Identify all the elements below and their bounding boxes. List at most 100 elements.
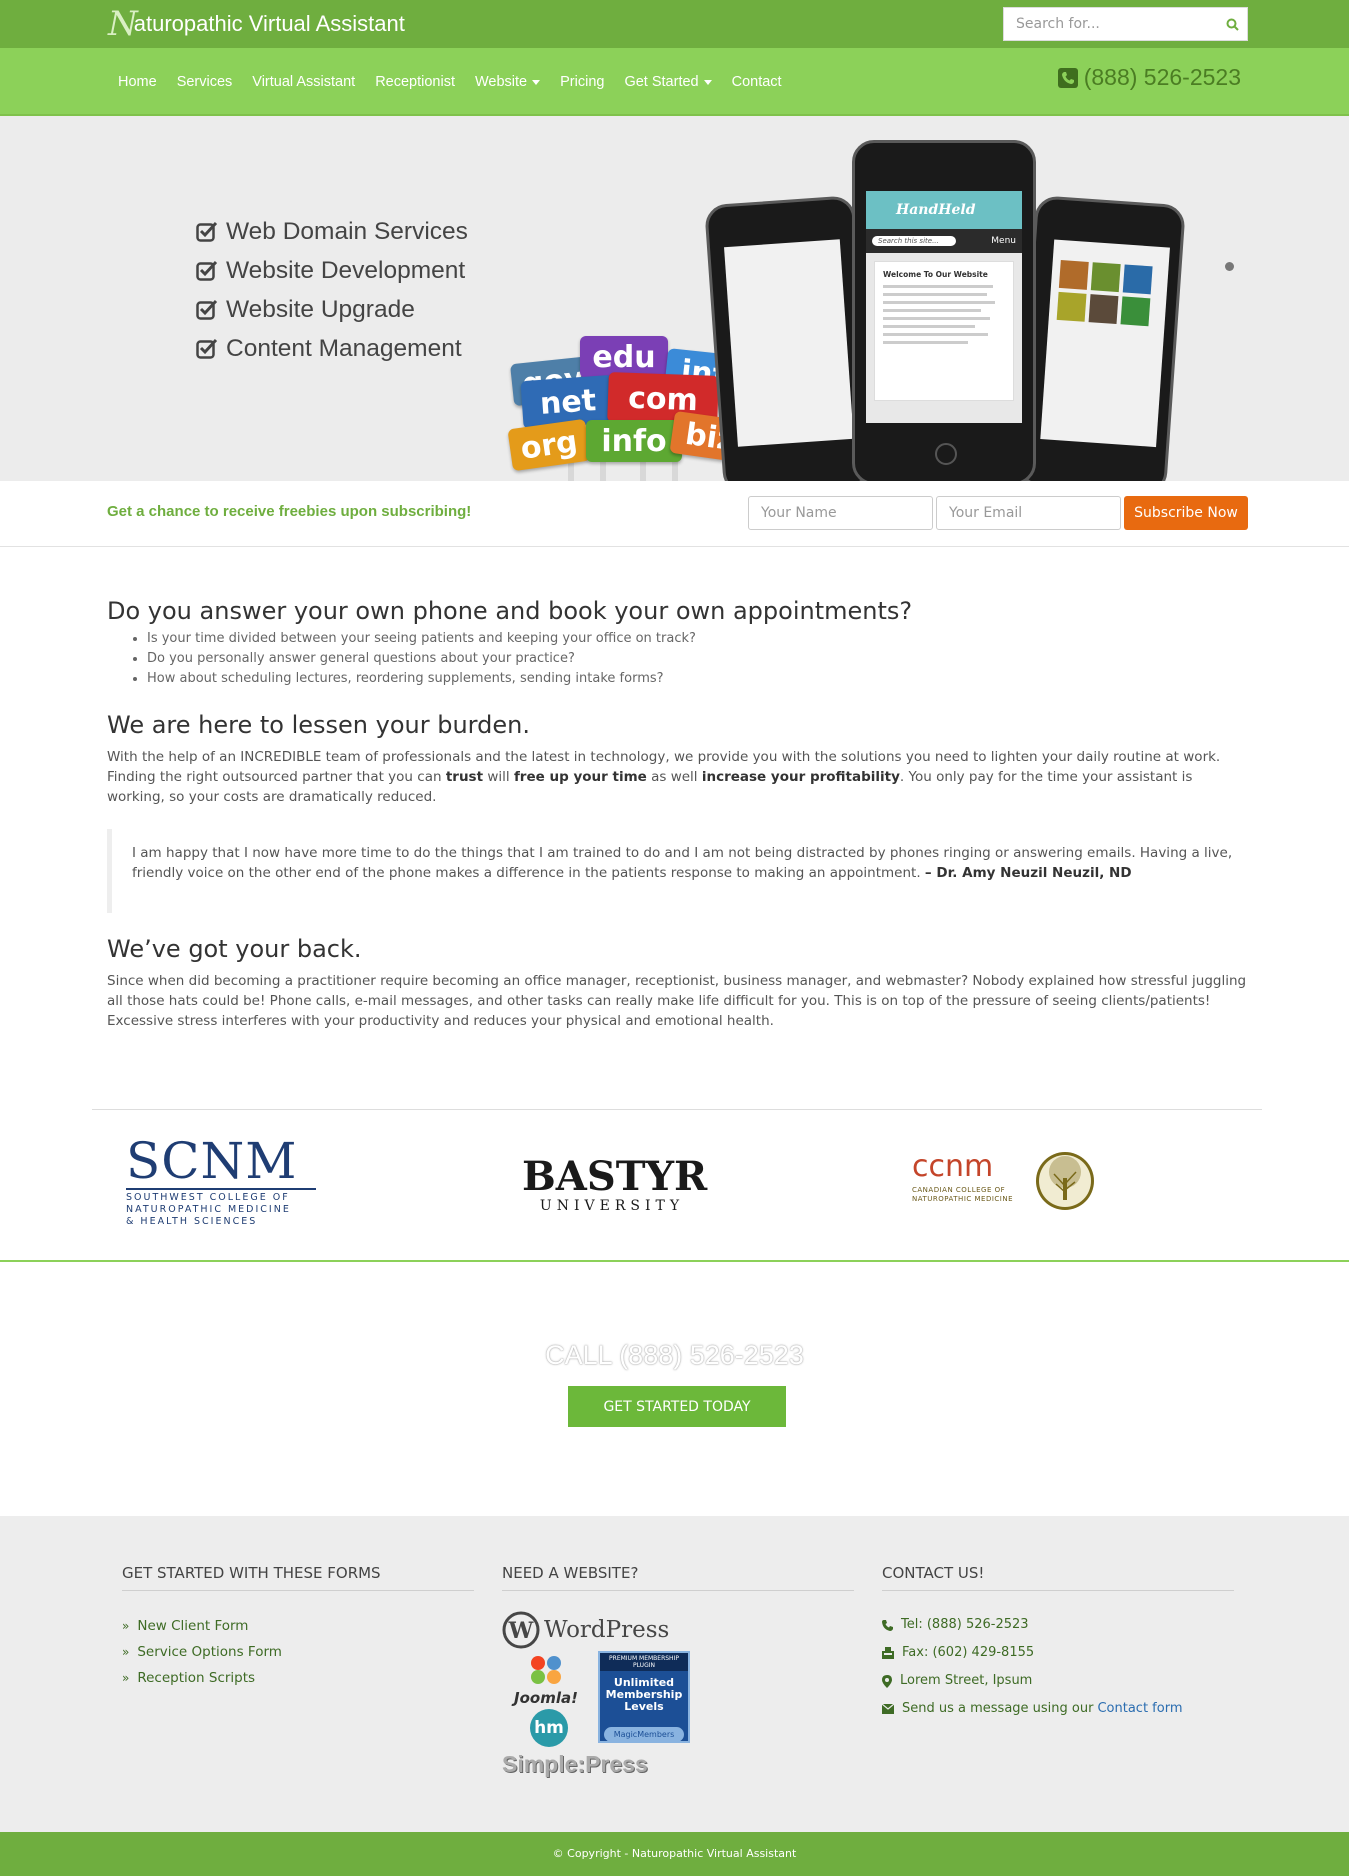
contact-form-link[interactable]: Contact form	[1097, 1695, 1182, 1723]
quote-author: – Dr. Amy Neuzil Neuzil, ND	[924, 865, 1132, 881]
magicmembers-bottom: MagicMembers	[604, 1727, 684, 1742]
testimonial-quote: I am happy that I now have more time to …	[107, 829, 1248, 913]
bastyr-logo[interactable]: BASTYR UNIVERSITY	[522, 1153, 708, 1215]
search-icon[interactable]	[1217, 18, 1247, 31]
header-phone[interactable]: (888) 526-2523	[1057, 64, 1241, 91]
joomla-text: Joomla!	[514, 1689, 578, 1707]
main-navbar: Home Services Virtual Assistant Receptio…	[0, 48, 1349, 116]
chevron-down-icon	[532, 79, 541, 85]
feature-item: Website Development	[196, 251, 468, 290]
feature-label: Web Domain Services	[226, 217, 468, 245]
burden-paragraph: With the help of an INCREDIBLE team of p…	[107, 747, 1248, 807]
phone-app-title: HandHeld	[866, 191, 1022, 229]
footer-link-label: New Client Form	[137, 1618, 249, 1634]
subscribe-email-input[interactable]	[936, 496, 1121, 530]
phone-icon	[882, 1619, 893, 1631]
double-chevron-right-icon: »	[122, 1619, 130, 1633]
nav-contact[interactable]: Contact	[722, 74, 792, 90]
copyright-bar: © Copyright - Naturopathic Virtual Assis…	[0, 1832, 1349, 1876]
footer: GET STARTED WITH THESE FORMS » New Client…	[0, 1516, 1349, 1832]
contact-fax: Fax: (602) 429-8155	[882, 1639, 1234, 1667]
list-item: How about scheduling lectures, reorderin…	[147, 669, 1248, 689]
footer-contact-title: CONTACT US!	[882, 1564, 1234, 1591]
header-phone-number: (888) 526-2523	[1083, 64, 1241, 90]
phone-right-image	[1016, 195, 1186, 481]
burden-text: as well	[646, 769, 702, 785]
double-chevron-right-icon: »	[122, 1671, 130, 1685]
copyright-text: © Copyright - Naturopathic Virtual Assis…	[552, 1847, 797, 1860]
checkbox-icon	[196, 338, 218, 359]
nav-services-label: Services	[176, 74, 233, 90]
joomla-icon	[531, 1656, 561, 1684]
nav-services[interactable]: Services	[167, 74, 243, 90]
list-item: Is your time divided between your seeing…	[147, 629, 1248, 649]
subscribe-button[interactable]: Subscribe Now	[1124, 496, 1248, 530]
feature-item: Web Domain Services	[196, 212, 468, 251]
checkbox-icon	[196, 299, 218, 320]
phone-icon	[1057, 67, 1078, 88]
ccnm-logo[interactable]: ccnm CANADIAN COLLEGE OF NATUROPATHIC ME…	[906, 1142, 1096, 1222]
nav-virtual-assistant[interactable]: Virtual Assistant	[242, 74, 365, 90]
list-item: Do you personally answer general questio…	[147, 649, 1248, 669]
scnm-sub-line: NATUROPATHIC MEDICINE	[126, 1204, 291, 1215]
wordpress-icon: W	[502, 1611, 540, 1649]
footer-link-new-client[interactable]: » New Client Form	[122, 1613, 474, 1639]
footer-contact-column: CONTACT US! Tel: (888) 526-2523 Fax: (60…	[882, 1564, 1234, 1723]
footer-link-service-options[interactable]: » Service Options Form	[122, 1639, 474, 1665]
wordpress-text: WordPress	[544, 1617, 670, 1643]
nav-get-started-label: Get Started	[624, 74, 699, 90]
get-started-button[interactable]: GET STARTED TODAY	[568, 1386, 786, 1427]
burden-text: will	[483, 769, 514, 785]
nav-pricing-label: Pricing	[560, 74, 605, 90]
footer-link-label: Service Options Form	[137, 1644, 282, 1660]
footer-link-reception-scripts[interactable]: » Reception Scripts	[122, 1665, 474, 1691]
nav-receptionist-label: Receptionist	[375, 74, 455, 90]
scnm-sub-line: & HEALTH SCIENCES	[126, 1216, 258, 1227]
feature-label: Content Management	[226, 334, 462, 362]
phone-menu-text: Menu	[991, 236, 1016, 246]
cms-logos: W WordPress Joomla! hm Simple:Press PREM…	[502, 1611, 854, 1791]
scnm-logo[interactable]: SCNM SOUTHWEST COLLEGE OF NATUROPATHIC M…	[126, 1136, 316, 1228]
contact-tel-text: Tel: (888) 526-2523	[901, 1617, 1029, 1632]
envelope-icon	[882, 1704, 894, 1714]
search-box	[1003, 7, 1248, 41]
magicmembers-main: Unlimited Membership Levels	[605, 1676, 683, 1713]
nav-website[interactable]: Website	[465, 74, 550, 90]
ccnm-logo-text: ccnm	[912, 1149, 994, 1184]
nav-contact-label: Contact	[731, 74, 782, 90]
domain-sign-org: org	[507, 418, 591, 472]
nav-website-label: Website	[475, 74, 528, 90]
footer-forms-title: GET STARTED WITH THESE FORMS	[122, 1564, 474, 1591]
contact-address: Lorem Street, Ipsum	[882, 1667, 1234, 1695]
bastyr-sub: UNIVERSITY	[539, 1198, 685, 1214]
site-logo[interactable]: N aturopathic Virtual Assistant	[108, 6, 405, 42]
map-marker-icon	[882, 1674, 892, 1688]
phone-left-image	[704, 195, 874, 481]
search-input[interactable]	[1004, 8, 1217, 40]
contact-message-text: Send us a message using our	[902, 1701, 1094, 1716]
carousel-indicator[interactable]	[1225, 262, 1234, 271]
checkbox-icon	[196, 221, 218, 242]
nav-receptionist[interactable]: Receptionist	[365, 74, 465, 90]
bastyr-logo-text: BASTYR	[522, 1153, 708, 1200]
nav-home[interactable]: Home	[108, 74, 167, 90]
burden-bold: increase your profitability	[701, 769, 900, 785]
section-title-burden: We are here to lessen your burden.	[107, 711, 530, 739]
contact-fax-text: Fax: (602) 429-8155	[902, 1645, 1035, 1660]
chevron-down-icon	[703, 79, 712, 85]
nav-virtual-assistant-label: Virtual Assistant	[252, 74, 356, 90]
phone-center-image: HandHeld Search this site... Menu Welcom…	[852, 140, 1036, 481]
section-title-questions: Do you answer your own phone and book yo…	[107, 597, 913, 625]
footer-link-label: Reception Scripts	[137, 1670, 256, 1686]
burden-bold: trust	[445, 769, 484, 785]
subscribe-name-input[interactable]	[748, 496, 933, 530]
nav-pricing[interactable]: Pricing	[550, 74, 614, 90]
svg-text:W: W	[508, 1618, 534, 1644]
footer-website-title: NEED A WEBSITE?	[502, 1564, 854, 1591]
main-nav: Home Services Virtual Assistant Receptio…	[108, 48, 792, 116]
scnm-logo-text: SCNM	[126, 1132, 298, 1190]
footer-forms-column: GET STARTED WITH THESE FORMS » New Client…	[122, 1564, 474, 1691]
contact-tel: Tel: (888) 526-2523	[882, 1611, 1234, 1639]
nav-get-started[interactable]: Get Started	[614, 74, 721, 90]
magicmembers-top: PREMIUM MEMBERSHIP PLUGIN	[600, 1653, 688, 1671]
